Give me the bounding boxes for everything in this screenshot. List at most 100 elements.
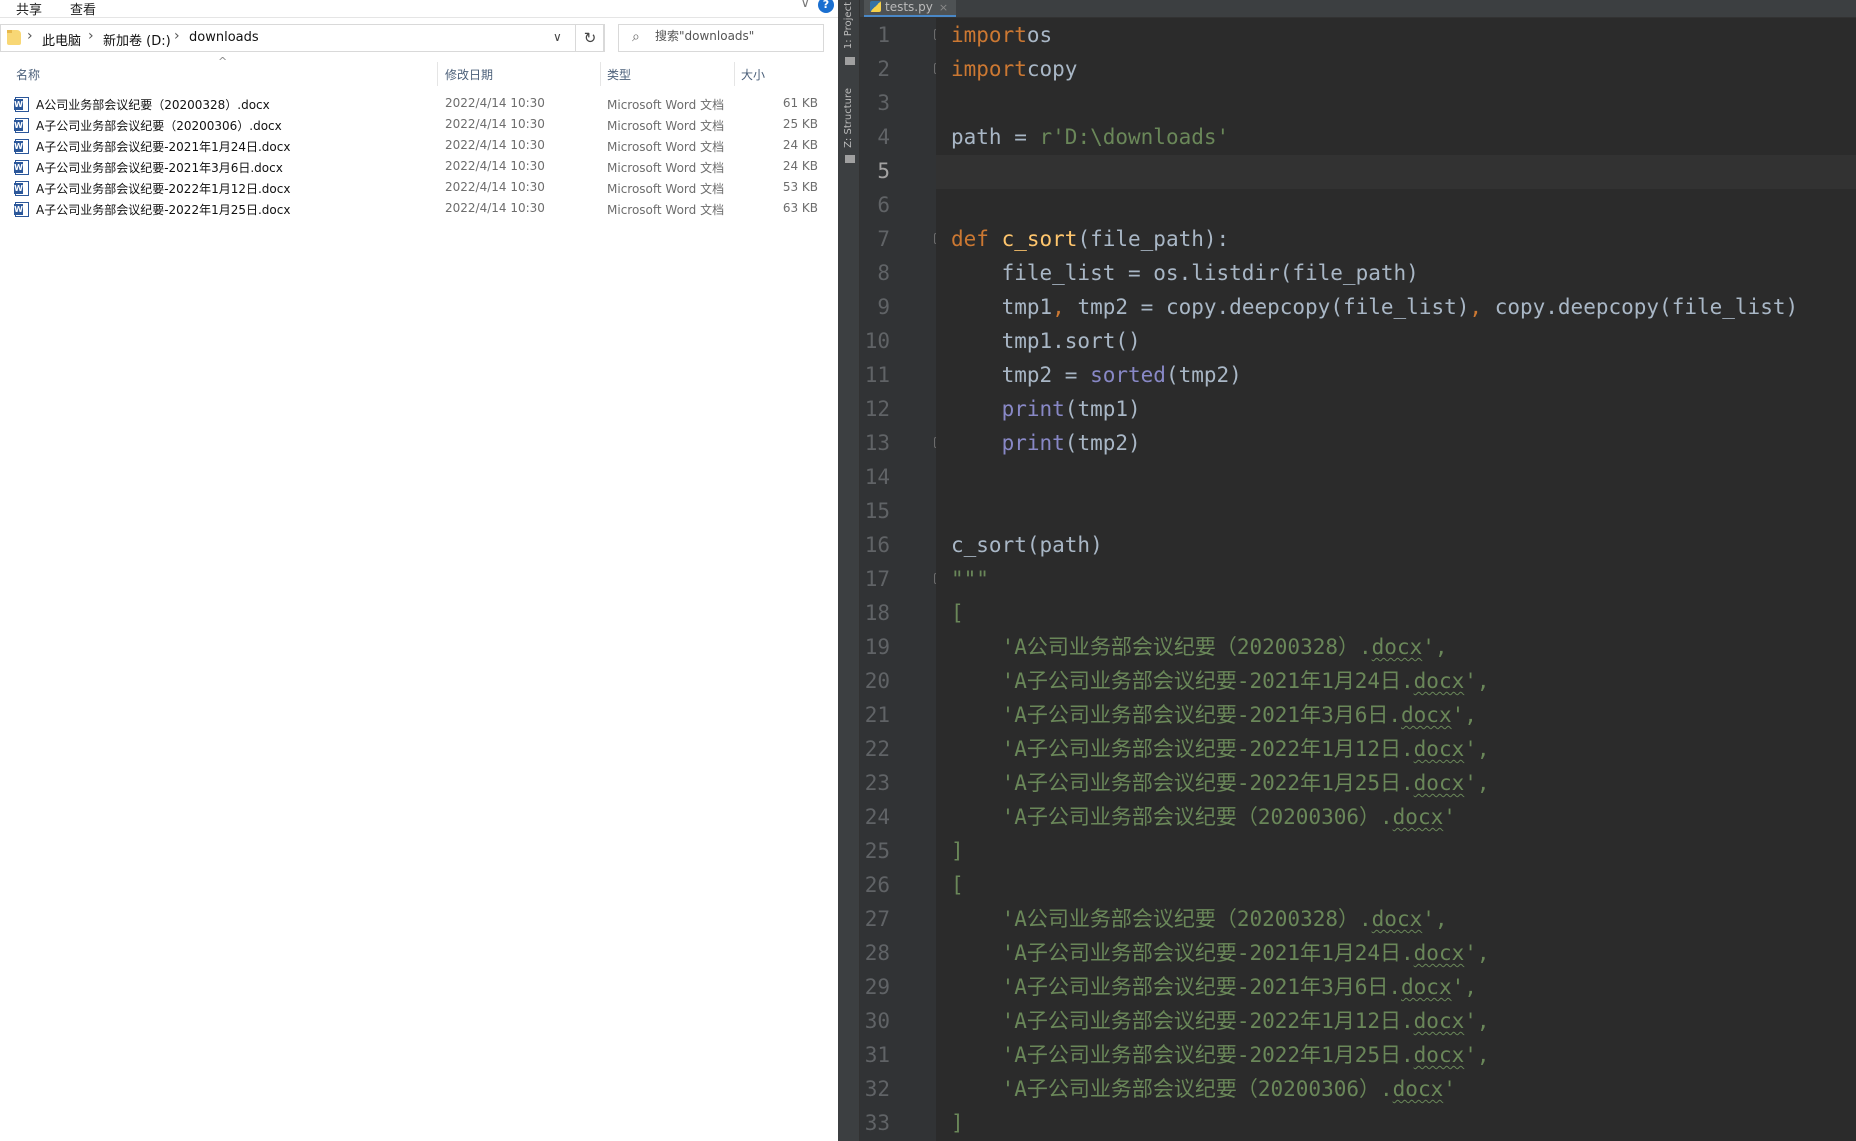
code-line[interactable]: 'A子公司业务部会议纪要-2021年3月6日.docx', [951,698,1477,732]
code-token: 'A子公司业务部会议纪要（20200306）. [951,805,1393,829]
column-header-size[interactable]: 大小 [741,66,765,83]
breadcrumb-this-pc[interactable]: 此电脑 [42,30,81,49]
column-header-type[interactable]: 类型 [607,66,631,83]
refresh-button[interactable]: ↻ [575,24,605,52]
code-line[interactable]: print(tmp1) [951,392,1141,426]
code-token: docx [1371,635,1423,659]
code-token: 'A子公司业务部会议纪要-2021年1月24日. [951,941,1414,965]
line-number: 7 [877,227,890,251]
structure-tool-tab[interactable]: Z: Structure [843,88,854,148]
line-number: 11 [864,363,890,387]
code-line[interactable]: tmp2 = sorted(tmp2) [951,358,1242,392]
ribbon-tab-view[interactable]: 查看 [70,0,96,18]
project-tool-tab[interactable]: 1: Project [843,2,854,49]
code-token: docx [1413,669,1465,693]
word-document-icon [14,118,29,133]
code-line[interactable]: ] [951,1106,964,1140]
current-line-highlight [936,155,1856,189]
address-history-dropdown-icon[interactable]: ∨ [553,30,562,44]
code-token: tmp2 = copy.deepcopy(file_list) [1064,295,1470,319]
address-bar[interactable]: › 此电脑 › 新加卷 (D:) › downloads ∨ [0,24,604,52]
code-line[interactable]: tmp1.sort() [951,324,1141,358]
file-row[interactable]: A公司业务部会议纪要（20200328）.docx 2022/4/14 10:3… [10,94,822,115]
structure-icon[interactable] [845,155,855,163]
code-token: print [1001,431,1065,455]
code-token: def [951,227,1002,251]
code-line[interactable]: importcopy [951,52,1077,86]
code-line[interactable]: 'A子公司业务部会议纪要-2022年1月25日.docx', [951,1038,1490,1072]
word-document-icon [14,160,29,175]
code-token: docx [1392,805,1444,829]
code-line[interactable]: def c_sort(file_path): [951,222,1229,256]
code-token: 'A子公司业务部会议纪要（20200306）. [951,1077,1393,1101]
code-line[interactable]: 'A子公司业务部会议纪要-2021年1月24日.docx', [951,936,1490,970]
file-row[interactable]: A子公司业务部会议纪要-2022年1月25日.docx 2022/4/14 10… [10,199,822,220]
help-icon[interactable]: ? [818,0,834,13]
file-row[interactable]: A子公司业务部会议纪要-2021年3月6日.docx 2022/4/14 10:… [10,157,822,178]
column-divider[interactable] [437,62,438,86]
word-document-icon [14,139,29,154]
code-token: 'A公司业务部会议纪要（20200328）. [951,907,1372,931]
breadcrumb-drive[interactable]: 新加卷 (D:) [103,30,171,49]
code-token: ] [951,1111,964,1135]
line-number: 15 [864,499,890,523]
line-number: 14 [864,465,890,489]
file-row[interactable]: A子公司业务部会议纪要（20200306）.docx 2022/4/14 10:… [10,115,822,136]
code-token: ] [951,839,964,863]
code-token: ', [1464,1009,1490,1033]
refresh-icon: ↻ [583,29,597,47]
line-number: 24 [864,805,890,829]
ribbon-tabs: 共享 查看 ∨ ? [0,0,838,18]
column-divider[interactable] [734,62,735,86]
breadcrumb-chevron-icon[interactable]: › [27,28,33,44]
search-box[interactable]: ⌕ [618,24,824,52]
code-line[interactable]: 'A子公司业务部会议纪要（20200306）.docx' [951,800,1456,834]
ribbon-expand-chevron-icon[interactable]: ∨ [800,0,810,11]
code-editor[interactable]: importos importcopy path = r'D:\downloads'… [936,18,1856,1141]
column-header-date[interactable]: 修改日期 [445,66,493,83]
code-token: docx [1371,907,1423,931]
code-line[interactable]: """ [951,562,989,596]
line-number: 27 [864,907,890,931]
code-line[interactable]: [ [951,868,964,902]
close-tab-icon[interactable]: × [939,1,948,14]
file-row[interactable]: A子公司业务部会议纪要-2021年1月24日.docx 2022/4/14 10… [10,136,822,157]
breadcrumb-chevron-icon[interactable]: › [174,28,180,44]
breadcrumb-chevron-icon[interactable]: › [88,28,94,44]
code-line[interactable]: c_sort(path) [951,528,1103,562]
code-line[interactable]: 'A子公司业务部会议纪要-2022年1月25日.docx', [951,766,1490,800]
code-line[interactable]: 'A子公司业务部会议纪要-2021年1月24日.docx', [951,664,1490,698]
code-line[interactable]: importos [951,18,1052,52]
code-token: ', [1464,1043,1490,1067]
line-number: 8 [877,261,890,285]
file-size: 24 KB [782,138,818,152]
code-token: 'A子公司业务部会议纪要-2022年1月25日. [951,771,1414,795]
code-line[interactable]: 'A子公司业务部会议纪要-2021年3月6日.docx', [951,970,1477,1004]
search-input[interactable] [655,29,815,43]
code-line[interactable]: ] [951,834,964,868]
code-line[interactable]: 'A子公司业务部会议纪要-2022年1月12日.docx', [951,1004,1490,1038]
column-header-name[interactable]: 名称 [16,66,40,83]
code-line[interactable]: path = r'D:\downloads' [951,120,1229,154]
line-number: 16 [864,533,890,557]
ribbon-tab-share[interactable]: 共享 [16,0,42,18]
code-token: (tmp2) [1165,363,1242,387]
code-line[interactable]: print(tmp2) [951,426,1141,460]
editor-tab-filename: tests.py [885,0,933,14]
breadcrumb-downloads[interactable]: downloads [189,30,259,45]
code-token: docx [1413,941,1465,965]
file-row[interactable]: A子公司业务部会议纪要-2022年1月12日.docx 2022/4/14 10… [10,178,822,199]
code-line[interactable]: tmp1, tmp2 = copy.deepcopy(file_list), c… [951,290,1799,324]
column-divider[interactable] [600,62,601,86]
project-folder-icon[interactable] [845,57,855,65]
editor-tab-tests-py[interactable]: tests.py × [864,0,957,17]
code-line[interactable]: file_list = os.listdir(file_path) [951,256,1419,290]
code-line[interactable]: 'A公司业务部会议纪要（20200328）.docx', [951,630,1448,664]
code-line[interactable]: 'A子公司业务部会议纪要（20200306）.docx' [951,1072,1456,1106]
code-line[interactable]: [ [951,596,964,630]
code-line[interactable]: 'A公司业务部会议纪要（20200328）.docx', [951,902,1448,936]
code-token: file_list = os.listdir(file_path) [951,261,1419,285]
code-line[interactable]: 'A子公司业务部会议纪要-2022年1月12日.docx', [951,732,1490,766]
line-number: 33 [864,1111,890,1135]
